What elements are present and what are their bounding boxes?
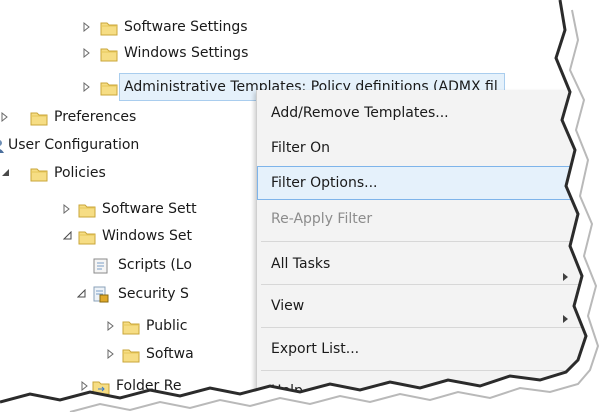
torn-edge-overlay [0, 0, 606, 412]
screenshot-stage: Software Settings Windows Settings Admin… [0, 0, 606, 412]
